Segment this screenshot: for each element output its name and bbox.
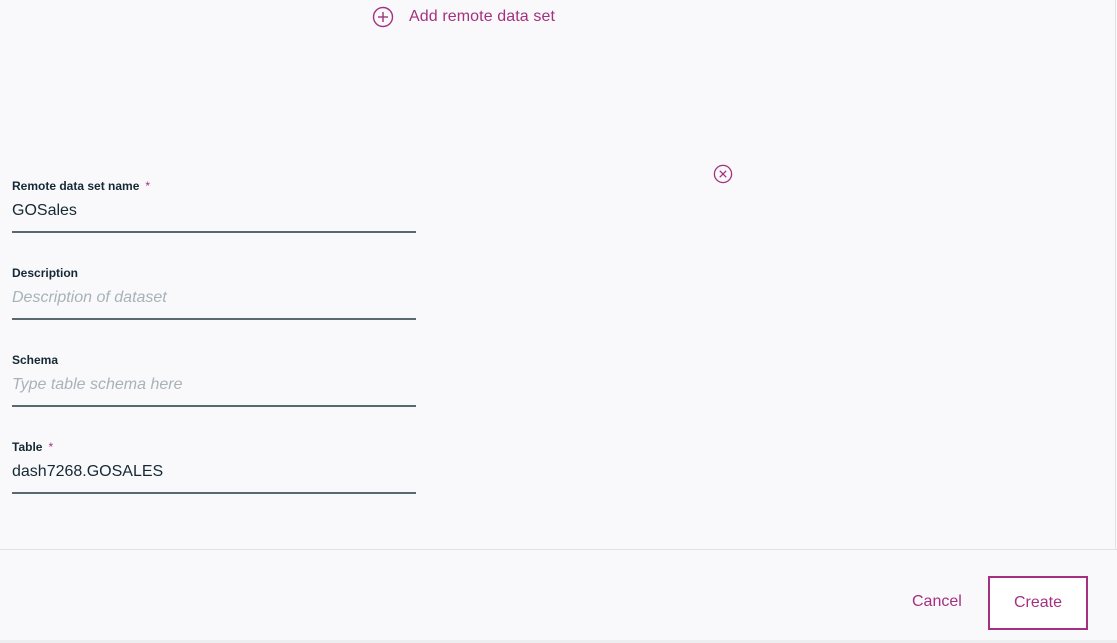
plus-circle-icon xyxy=(372,6,394,28)
schema-label: Schema xyxy=(12,353,59,367)
panel-right-border xyxy=(1115,0,1116,549)
remote-data-set-panel: Add remote data set Remote data set name… xyxy=(0,0,1117,643)
cancel-button[interactable]: Cancel xyxy=(902,586,972,618)
required-marker: * xyxy=(48,440,54,454)
description-label: Description xyxy=(12,266,79,280)
description-field: Description xyxy=(12,266,416,320)
remote-data-set-name-label-text: Remote data set name xyxy=(12,179,140,193)
footer-divider xyxy=(0,549,1117,550)
remote-data-set-name-input[interactable] xyxy=(12,199,416,233)
remote-data-set-name-field: Remote data set name * xyxy=(12,179,416,233)
add-remote-data-set-button[interactable]: Add remote data set xyxy=(372,6,555,28)
remote-data-set-name-label: Remote data set name * xyxy=(12,179,416,193)
schema-input[interactable] xyxy=(12,373,416,407)
table-field: Table * xyxy=(12,440,416,494)
create-button[interactable]: Create xyxy=(988,576,1088,630)
table-input[interactable] xyxy=(12,460,416,494)
description-input[interactable] xyxy=(12,286,416,320)
schema-field: Schema xyxy=(12,353,416,407)
table-label-text: Table xyxy=(12,440,43,454)
table-label: Table * xyxy=(12,440,416,454)
close-circle-icon[interactable] xyxy=(713,164,733,184)
required-marker: * xyxy=(145,179,151,193)
add-remote-data-set-label: Add remote data set xyxy=(409,8,555,25)
